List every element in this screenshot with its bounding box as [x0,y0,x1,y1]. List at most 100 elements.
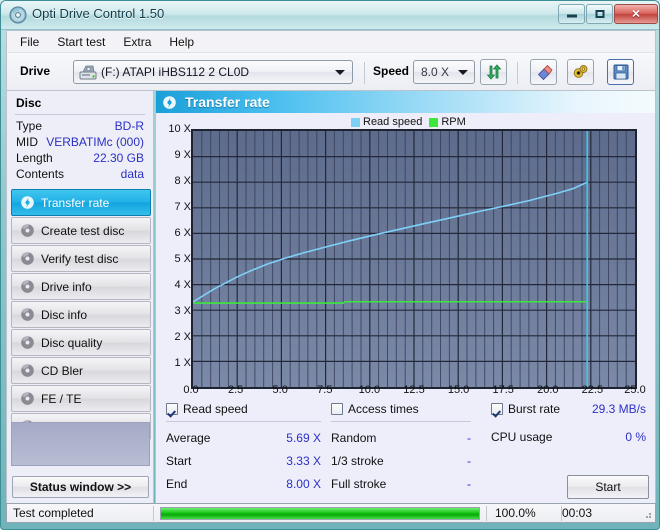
drive-select[interactable]: (F:) ATAPI iHBS112 2 CL0D [73,60,353,84]
y-tick-8: 8 X [174,175,191,187]
stat-cpu-usage: CPU usage 0 % [491,430,646,444]
speed-select[interactable]: 8.0 X [413,60,475,84]
settings-button[interactable] [567,59,594,85]
sidebar-item-drive-info[interactable]: Drive info [11,273,151,300]
y-tick-7: 7 X [174,201,191,213]
app-window: Opti Drive Control 1.50 ✕ File Start tes… [0,0,660,530]
start-button[interactable]: Start [567,475,649,499]
stat-end: End 8.00 X [166,477,321,491]
save-button[interactable] [607,59,634,85]
speed-value: 8.0 X [421,65,450,79]
stat-cpu-usage-key: CPU usage [491,430,553,444]
burst-rate-value: 29.3 MB/s [591,402,646,416]
stat-start-value: 3.33 X [286,454,321,468]
y-tick-1: 1 X [174,357,191,369]
resize-grip-icon[interactable] [642,509,652,519]
sidebar-item-create-test-disc[interactable]: Create test disc [11,217,151,244]
stat-start: Start 3.33 X [166,454,321,468]
sidebar-item-disc-quality[interactable]: Disc quality [11,329,151,356]
stat-end-key: End [166,477,188,491]
disc-info-type-key: Type [16,119,43,133]
burst-rate-checkbox-row[interactable]: Burst rate 29.3 MB/s [491,401,646,417]
transfer-rate-chart: 10 X 9 X 8 X 7 X 6 X 5 X 4 X 3 X 2 X 1 X [156,113,657,403]
close-button[interactable]: ✕ [614,4,658,24]
panel-header: Transfer rate [156,91,655,113]
refresh-drive-button[interactable] [480,59,507,85]
stat-cpu-usage-value: 0 % [625,430,646,444]
disc-icon [17,251,37,266]
x-tick-2: 5.0 [272,384,288,396]
title-bar: Opti Drive Control 1.50 ✕ [1,1,659,30]
sidebar-item-label: Verify test disc [41,251,119,266]
read-speed-checkbox-row[interactable]: Read speed [166,401,321,417]
progress-bar [160,506,480,520]
disc-icon [162,95,177,110]
speed-label: Speed [373,64,410,78]
floppy-disk-icon [613,64,628,80]
x-tick-4: 10.0 [358,384,381,396]
stat-full-stroke: Full stroke - [331,477,471,491]
disc-info-length-value: 22.30 GB [93,151,144,165]
plot-area [191,129,637,389]
drive-value: (F:) ATAPI iHBS112 2 CL0D [101,65,250,79]
burst-rate-column: Burst rate 29.3 MB/s CPU usage 0 % [491,401,646,444]
y-tick-9: 9 X [174,149,191,161]
burst-rate-checkbox[interactable] [491,403,503,415]
access-times-label: Access times [348,402,419,416]
x-tick-0: 0.0 [183,384,199,396]
disc-section-header: Disc [16,96,42,110]
sidebar-item-label: Create test disc [41,223,125,238]
status-bar: Test completed 100.0% 00:03 [6,503,656,523]
disc-info-type: Type BD-R [7,118,153,134]
stat-third-stroke: 1/3 stroke - [331,454,471,468]
sidebar-item-label: Transfer rate [41,195,110,210]
stat-average-value: 5.69 X [286,431,321,445]
drive-icon [79,64,97,80]
sidebar: Disc Type BD-R MID VERBATIMc (000) Lengt… [6,91,154,505]
access-times-checkbox[interactable] [331,403,343,415]
toolbar: Drive (F:) ATAPI iHBS112 2 CL0D Speed 8.… [6,52,656,91]
chevron-down-icon [458,70,468,75]
stats-section: Read speed Average 5.69 X Start 3.33 X E… [156,401,657,501]
sidebar-item-label: CD Bler [41,363,84,378]
eraser-icon [537,64,553,81]
disc-icon [17,391,37,406]
menu-extra[interactable]: Extra [114,33,160,51]
menu-file[interactable]: File [11,33,48,51]
disc-icon [17,363,37,378]
stat-random-value: - [467,431,471,445]
refresh-icon [486,64,501,80]
toolbar-separator-1 [364,62,365,84]
read-speed-checkbox[interactable] [166,403,178,415]
stat-third-stroke-value: - [467,454,471,468]
disc-info-mid-value: VERBATIMc (000) [46,135,144,149]
menu-start-test[interactable]: Start test [48,33,114,51]
y-tick-6: 6 X [174,227,191,239]
x-tick-10: 25.0 [624,384,646,396]
disc-info-contents: Contents data [7,166,153,182]
stat-full-stroke-value: - [467,477,471,491]
eraser-button[interactable] [530,59,557,85]
window-controls: ✕ [558,4,658,25]
maximize-button[interactable] [586,4,613,24]
status-message: Test completed [13,506,94,520]
access-times-column: Access times Random - 1/3 stroke - Full … [331,401,471,491]
transfer-rate-panel: Transfer rate Read speed RPM 10 X 9 X 8 … [155,91,656,505]
sidebar-item-disc-info[interactable]: Disc info [11,301,151,328]
disc-icon [17,335,37,350]
sidebar-item-verify-test-disc[interactable]: Verify test disc [11,245,151,272]
status-window-button[interactable]: Status window >> [12,476,149,498]
read-speed-label: Read speed [183,402,248,416]
access-times-checkbox-row[interactable]: Access times [331,401,471,417]
sidebar-item-cd-bler[interactable]: CD Bler [11,357,151,384]
x-tick-1: 2.5 [227,384,244,396]
stat-random: Random - [331,431,471,445]
sidebar-item-transfer-rate[interactable]: Transfer rate [11,189,151,216]
y-axis: 10 X 9 X 8 X 7 X 6 X 5 X 4 X 3 X 2 X 1 X [156,113,191,403]
minimize-button[interactable] [558,4,585,24]
stat-average-key: Average [166,431,211,445]
stat-end-value: 8.00 X [286,477,321,491]
sidebar-item-fe-te[interactable]: FE / TE [11,385,151,412]
x-tick-3: 7.5 [317,384,333,396]
menu-help[interactable]: Help [160,33,203,51]
